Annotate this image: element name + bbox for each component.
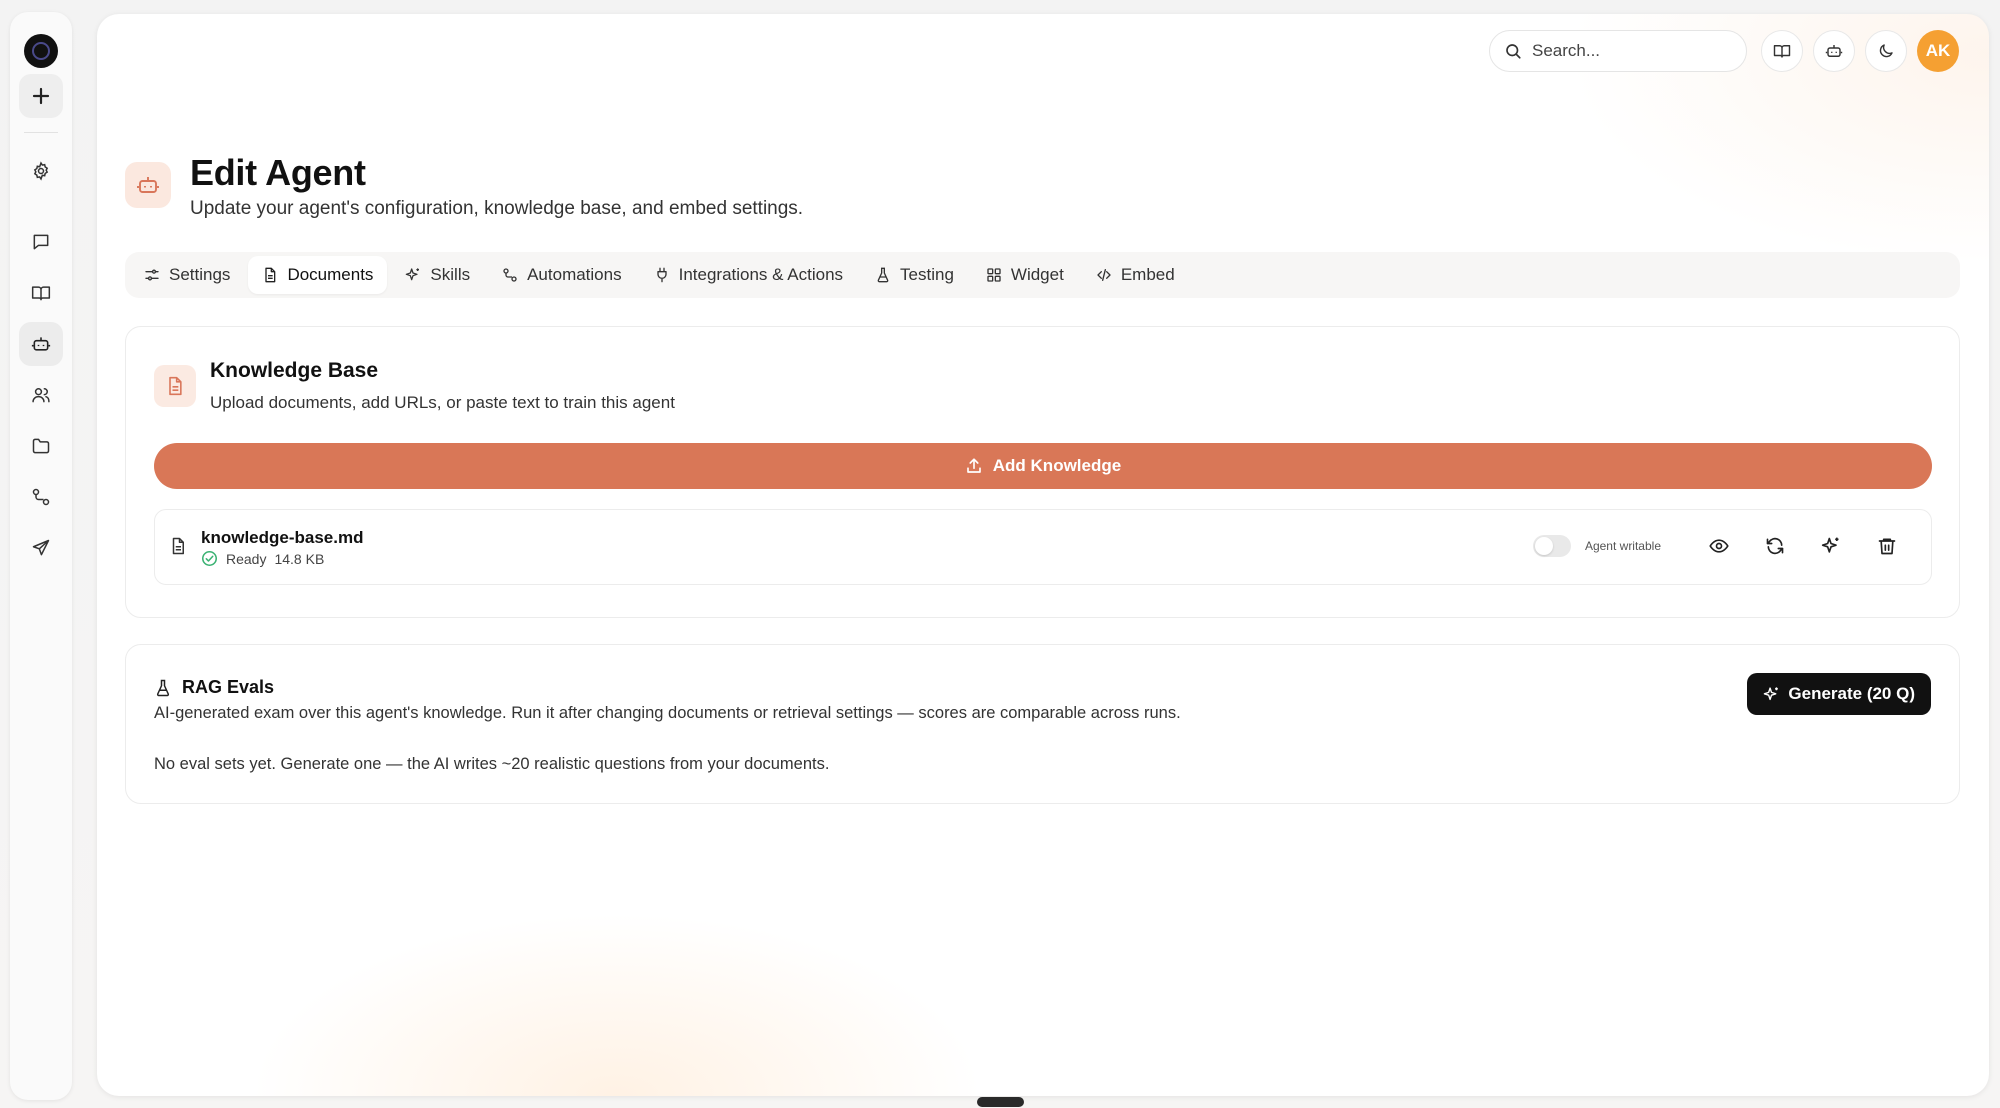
file-icon	[169, 536, 187, 556]
sidebar-item-users[interactable]	[19, 373, 63, 417]
main-panel: AK Edit Agent Update your agent's config…	[97, 14, 1989, 1096]
tab-settings[interactable]: Settings	[130, 256, 244, 294]
sparkle-icon	[1763, 686, 1780, 703]
tab-label: Integrations & Actions	[678, 265, 844, 284]
sidebar-item-workflows[interactable]	[19, 475, 63, 519]
page-title: Edit Agent	[190, 152, 366, 193]
chat-bubble-icon	[31, 232, 51, 252]
upload-icon	[965, 457, 983, 475]
knowledge-base-card: Knowledge Base Upload documents, add URL…	[125, 326, 1960, 618]
robot-icon	[1825, 42, 1843, 60]
search-icon	[1504, 42, 1522, 60]
tab-bar: Settings Documents Skills Automations In…	[125, 252, 1960, 298]
plus-icon	[31, 86, 51, 106]
sparkle-icon	[405, 267, 421, 283]
tab-label: Automations	[527, 265, 622, 284]
theme-toggle-button[interactable]	[1865, 30, 1907, 72]
search-input[interactable]	[1532, 41, 1722, 61]
tab-label: Skills	[430, 265, 471, 284]
toggle-knob	[1534, 537, 1553, 555]
sidebar-item-send[interactable]	[19, 526, 63, 570]
sidebar-item-library[interactable]	[19, 271, 63, 315]
sidebar-divider	[24, 132, 58, 133]
sidebar-item-files[interactable]	[19, 424, 63, 468]
tab-testing[interactable]: Testing	[861, 256, 968, 294]
tab-label: Testing	[900, 265, 954, 284]
tab-label: Documents	[287, 265, 374, 284]
search-box[interactable]	[1489, 30, 1747, 72]
generate-evals-button[interactable]: Generate (20 Q)	[1747, 673, 1931, 715]
robot-icon	[31, 334, 51, 354]
book-icon	[1773, 42, 1791, 60]
document-status: Ready	[226, 550, 267, 567]
new-button[interactable]	[19, 74, 63, 118]
trash-icon	[1877, 536, 1897, 556]
flask-icon	[875, 267, 891, 283]
users-icon	[31, 385, 51, 405]
tab-automations[interactable]: Automations	[488, 256, 636, 294]
knowledge-base-description: Upload documents, add URLs, or paste tex…	[210, 393, 675, 412]
document-meta: Ready 14.8 KB	[201, 550, 324, 567]
delete-button[interactable]	[1869, 528, 1905, 564]
gear-icon	[31, 161, 51, 181]
top-bar: AK	[1489, 30, 1959, 72]
avatar[interactable]: AK	[1917, 30, 1959, 72]
tab-label: Embed	[1120, 265, 1175, 284]
rag-evals-description: AI-generated exam over this agent's know…	[154, 704, 1181, 722]
moon-icon	[1877, 42, 1895, 60]
refresh-icon	[1765, 536, 1785, 556]
tab-integrations-actions[interactable]: Integrations & Actions	[640, 256, 857, 294]
workflow-icon	[31, 487, 51, 507]
send-icon	[31, 538, 51, 558]
tab-skills[interactable]: Skills	[391, 256, 484, 294]
document-name[interactable]: knowledge-base.md	[201, 528, 363, 548]
robot-icon	[136, 173, 160, 197]
document-icon	[262, 267, 278, 283]
document-row: knowledge-base.md Ready 14.8 KB Agent wr…	[154, 509, 1932, 585]
document-size: 14.8 KB	[274, 550, 325, 567]
code-icon	[1096, 267, 1112, 283]
plug-icon	[654, 267, 670, 283]
rag-evals-card: RAG Evals AI-generated exam over this ag…	[125, 644, 1960, 804]
docs-button[interactable]	[1761, 30, 1803, 72]
preview-button[interactable]	[1701, 528, 1737, 564]
agent-header-icon	[125, 162, 171, 208]
logo-icon[interactable]	[24, 34, 58, 68]
sidebar-item-chat[interactable]	[19, 220, 63, 264]
document-icon	[165, 376, 185, 396]
grid-icon	[986, 267, 1002, 283]
book-icon	[31, 283, 51, 303]
sidebar	[10, 12, 72, 1100]
eye-icon	[1709, 536, 1729, 556]
folder-icon	[31, 436, 51, 456]
rag-evals-empty-state: No eval sets yet. Generate one — the AI …	[154, 755, 830, 773]
add-knowledge-label: Add Knowledge	[992, 456, 1122, 475]
page-subtitle: Update your agent's configuration, knowl…	[190, 198, 804, 219]
flask-icon	[154, 679, 172, 697]
add-knowledge-button[interactable]: Add Knowledge	[154, 443, 1932, 489]
sparkle-icon	[1821, 536, 1841, 556]
document-actions: Agent writable	[1532, 528, 1905, 564]
ai-enhance-button[interactable]	[1813, 528, 1849, 564]
tab-label: Settings	[169, 265, 231, 284]
generate-evals-label: Generate (20 Q)	[1788, 684, 1915, 703]
workflow-icon	[502, 267, 518, 283]
rag-evals-heading: RAG Evals	[154, 677, 274, 698]
tab-documents[interactable]: Documents	[248, 256, 388, 294]
agent-button[interactable]	[1813, 30, 1855, 72]
knowledge-base-icon	[154, 365, 196, 407]
agent-writable-label: Agent writable	[1584, 539, 1661, 553]
home-indicator	[977, 1097, 1024, 1107]
reprocess-button[interactable]	[1757, 528, 1793, 564]
tab-widget[interactable]: Widget	[972, 256, 1078, 294]
knowledge-base-title: Knowledge Base	[210, 359, 379, 382]
rag-evals-title: RAG Evals	[182, 677, 275, 697]
sidebar-item-settings[interactable]	[19, 149, 63, 193]
sliders-icon	[144, 267, 160, 283]
check-circle-icon	[201, 550, 218, 567]
sidebar-item-agents[interactable]	[19, 322, 63, 366]
agent-writable-toggle[interactable]	[1532, 535, 1571, 557]
tab-label: Widget	[1010, 265, 1064, 284]
tab-embed[interactable]: Embed	[1082, 256, 1189, 294]
